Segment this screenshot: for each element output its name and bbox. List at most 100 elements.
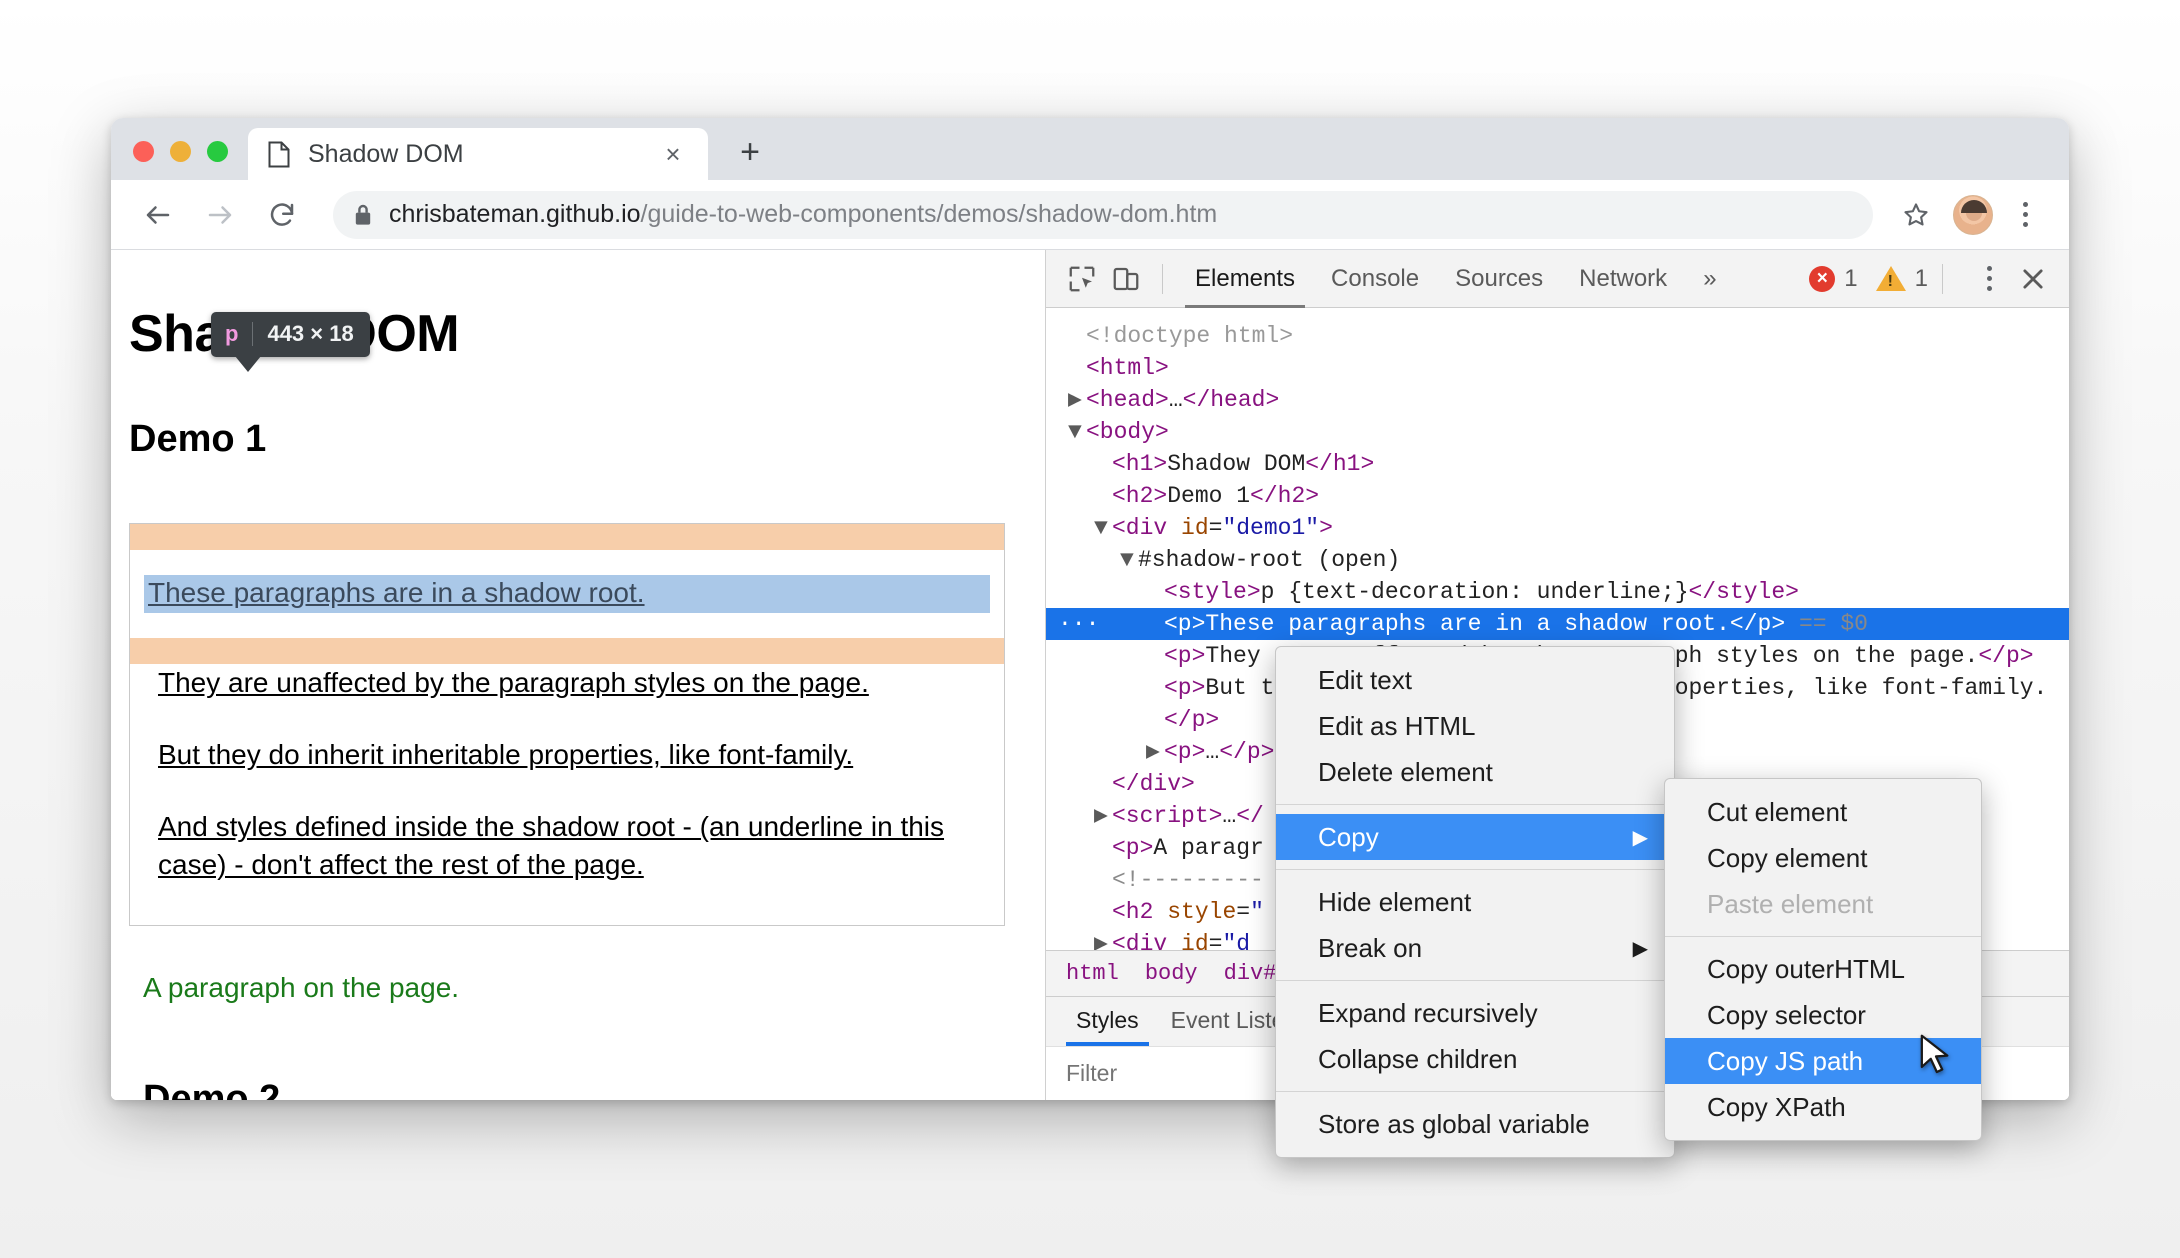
- context-menu[interactable]: Edit text Edit as HTML Delete element Copy ▶…: [1275, 646, 1675, 1158]
- dom-node[interactable]: ▼ #shadow-root (open): [1046, 544, 2069, 576]
- tooltip-dimensions: 443 × 18: [267, 321, 354, 346]
- error-badge[interactable]: × 1: [1809, 265, 1858, 293]
- breadcrumb-item-body[interactable]: body: [1145, 961, 1198, 986]
- menu-item-paste-element: Paste element: [1665, 881, 1981, 927]
- new-tab-button[interactable]: +: [722, 128, 778, 180]
- reload-icon[interactable]: [257, 190, 307, 240]
- dom-node[interactable]: <style>p {text-decoration: underline;}</…: [1046, 576, 2069, 608]
- tab-console[interactable]: Console: [1313, 250, 1437, 308]
- menu-item-label: Edit text: [1318, 664, 1412, 695]
- devtools-settings-icon[interactable]: [1967, 256, 2011, 302]
- forward-arrow-icon[interactable]: [195, 190, 245, 240]
- menu-separator: [1276, 1091, 1674, 1092]
- menu-item-store-as-global-variable[interactable]: Store as global variable: [1276, 1101, 1674, 1147]
- tab-network[interactable]: Network: [1561, 250, 1685, 308]
- page-content: Shadow DOM Demo 1 p 443 × 18 These parag…: [111, 250, 1045, 1100]
- page-frame: Shadow DOM Demo 1 p 443 × 18 These parag…: [111, 250, 1046, 1100]
- inspect-element-icon[interactable]: [1060, 257, 1104, 301]
- avatar[interactable]: [1953, 194, 1993, 235]
- menu-item-copy-selector[interactable]: Copy selector: [1665, 992, 1981, 1038]
- star-icon[interactable]: [1893, 192, 1939, 238]
- menu-item-break-on[interactable]: Break on ▶: [1276, 925, 1674, 971]
- tab-strip: Shadow DOM × +: [111, 118, 2069, 180]
- close-window-button[interactable]: [133, 141, 154, 162]
- tab-styles[interactable]: Styles: [1060, 1007, 1155, 1046]
- tab-title: Shadow DOM: [308, 139, 464, 168]
- menu-item-edit-text[interactable]: Edit text: [1276, 657, 1674, 703]
- close-tab-button[interactable]: ×: [658, 139, 688, 169]
- menu-item-expand-recursively[interactable]: Expand recursively: [1276, 990, 1674, 1036]
- menu-item-copy-xpath[interactable]: Copy XPath: [1665, 1084, 1981, 1130]
- menu-item-delete-element[interactable]: Delete element: [1276, 749, 1674, 795]
- tab-elements[interactable]: Elements: [1177, 250, 1313, 308]
- heading-demo-2: Demo 2: [143, 1077, 281, 1100]
- tab-sources[interactable]: Sources: [1437, 250, 1561, 308]
- menu-item-label: Copy selector: [1707, 999, 1866, 1030]
- dom-node[interactable]: ▼ <body>: [1046, 416, 2069, 448]
- menu-item-label: Copy JS path: [1707, 1045, 1864, 1076]
- menu-item-edit-as-html[interactable]: Edit as HTML: [1276, 703, 1674, 749]
- menu-separator: [1276, 980, 1674, 981]
- browser-tab[interactable]: Shadow DOM ×: [248, 128, 708, 180]
- page-icon: [268, 141, 290, 168]
- devtools-toolbar: Elements Console Sources Network » × 1 1: [1046, 250, 2069, 308]
- menu-item-label: Expand recursively: [1318, 997, 1538, 1028]
- menu-item-label: Copy XPath: [1707, 1091, 1846, 1122]
- demo-1-container: These paragraphs are in a shadow root. T…: [129, 523, 1005, 926]
- menu-item-label: Delete element: [1318, 756, 1493, 787]
- shadow-paragraph-4: And styles defined inside the shadow roo…: [158, 811, 945, 880]
- menu-item-copy-element[interactable]: Copy element: [1665, 835, 1981, 881]
- toolbar-divider: [1162, 263, 1163, 294]
- url-path: /guide-to-web-components/demos/shadow-do…: [640, 200, 1218, 228]
- window-controls[interactable]: [111, 141, 248, 180]
- menu-item-label: Store as global variable: [1318, 1108, 1590, 1139]
- padding-highlight-top: [130, 524, 1004, 550]
- menu-item-label: Copy: [1318, 821, 1379, 852]
- menu-item-label: Copy element: [1707, 842, 1868, 873]
- menu-item-copy-outerhtml[interactable]: Copy outerHTML: [1665, 946, 1981, 992]
- device-toolbar-icon[interactable]: [1104, 257, 1148, 301]
- dom-node[interactable]: <h1>Shadow DOM</h1>: [1046, 448, 2069, 480]
- back-arrow-icon[interactable]: [133, 190, 183, 240]
- lock-icon: [353, 203, 373, 227]
- menu-item-collapse-children[interactable]: Collapse children: [1276, 1036, 1674, 1082]
- error-icon: ×: [1809, 265, 1836, 292]
- maximize-window-button[interactable]: [207, 141, 228, 162]
- shadow-paragraph-3: But they do inherit inheritable properti…: [158, 739, 854, 771]
- dom-node[interactable]: ▶ <head>…</head>: [1046, 384, 2069, 416]
- address-bar[interactable]: chrisbateman.github.io/guide-to-web-comp…: [333, 190, 1873, 239]
- breadcrumb-item-html[interactable]: html: [1066, 961, 1119, 986]
- menu-item-label: Copy outerHTML: [1707, 953, 1905, 984]
- tooltip-tag-name: p: [225, 321, 239, 346]
- menu-item-label: Edit as HTML: [1318, 710, 1476, 741]
- padding-highlight-bottom: [130, 638, 1004, 664]
- tooltip-divider: [252, 322, 254, 346]
- menu-separator: [1276, 804, 1674, 805]
- minimize-window-button[interactable]: [170, 141, 191, 162]
- menu-item-cut-element[interactable]: Cut element: [1665, 789, 1981, 835]
- dom-node[interactable]: <h2>Demo 1</h2>: [1046, 480, 2069, 512]
- menu-item-copy[interactable]: Copy ▶: [1276, 814, 1674, 860]
- dom-node[interactable]: <html>: [1046, 352, 2069, 384]
- chevron-double-right-icon[interactable]: »: [1685, 250, 1734, 308]
- page-level-paragraph: A paragraph on the page.: [143, 971, 460, 1003]
- element-highlight-tooltip: p 443 × 18: [211, 312, 370, 372]
- context-submenu[interactable]: Cut element Copy element Paste element Copy…: [1664, 778, 1982, 1141]
- toolbar-divider-2: [1942, 263, 1943, 294]
- dom-node-selected[interactable]: ··· <p>These paragraphs are in a shadow …: [1046, 608, 2069, 640]
- warning-icon: [1875, 266, 1906, 291]
- menu-item-label: Collapse children: [1318, 1043, 1518, 1074]
- heading-demo-1: Demo 1: [129, 418, 267, 460]
- menu-item-hide-element[interactable]: Hide element: [1276, 879, 1674, 925]
- menu-separator: [1276, 869, 1674, 870]
- menu-separator: [1665, 936, 1981, 937]
- dom-node[interactable]: ▼ <div id="demo1">: [1046, 512, 2069, 544]
- warning-badge[interactable]: 1: [1875, 264, 1928, 293]
- dom-node[interactable]: <!doctype html>: [1046, 320, 2069, 352]
- highlighted-shadow-paragraph[interactable]: These paragraphs are in a shadow root.: [144, 575, 990, 613]
- url-host: chrisbateman.github.io: [389, 200, 641, 228]
- kebab-menu-icon[interactable]: [2003, 192, 2047, 238]
- close-icon[interactable]: [2011, 257, 2055, 301]
- warning-count: 1: [1914, 264, 1928, 292]
- chevron-right-icon: ▶: [1632, 937, 1648, 960]
